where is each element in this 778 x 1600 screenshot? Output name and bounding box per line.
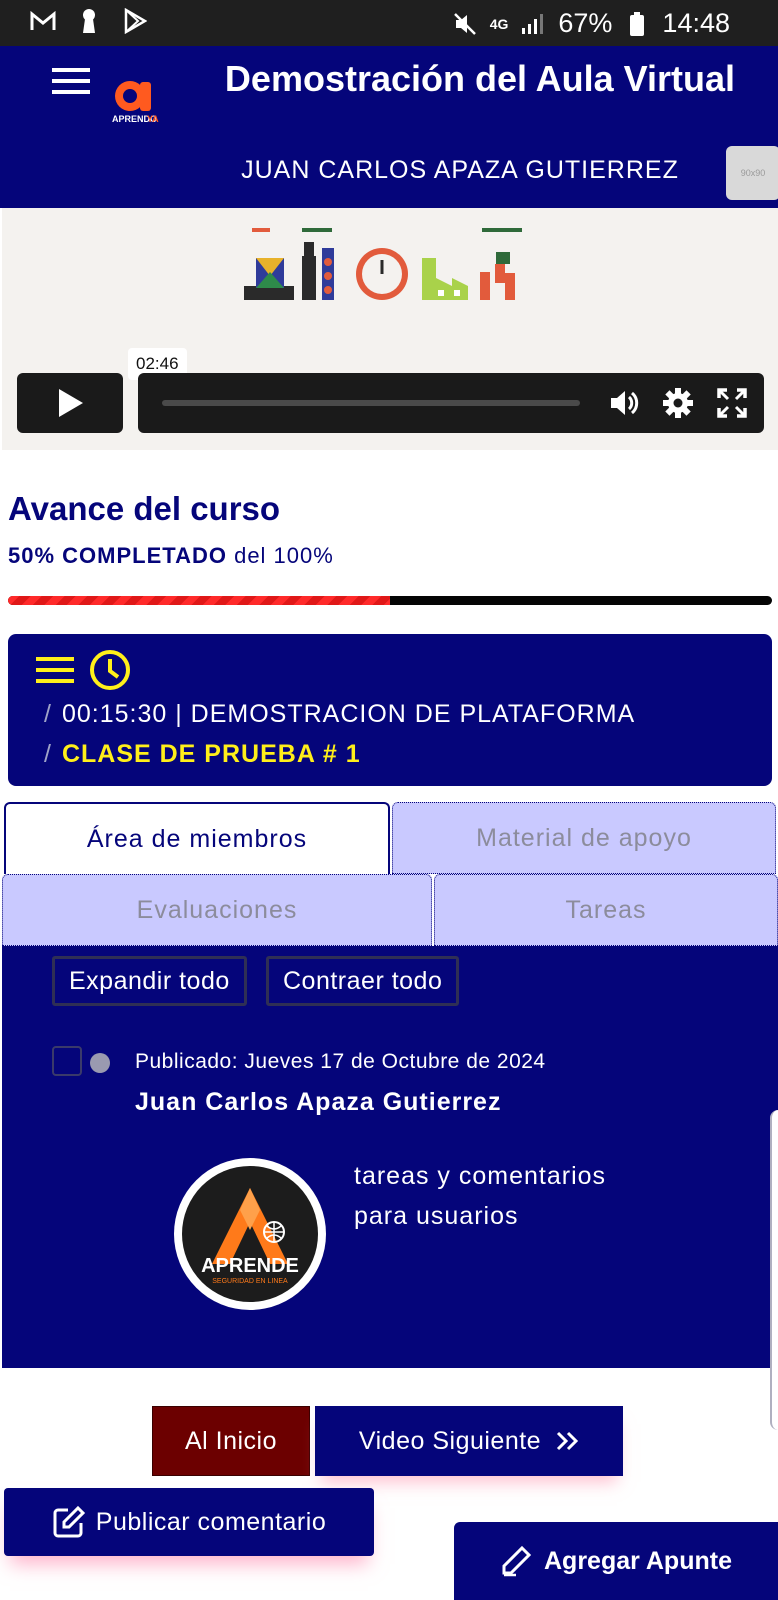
battery-icon <box>624 11 650 37</box>
logo-tagline-text: SEGURIDAD EN LINEA <box>212 1278 288 1285</box>
settings-button[interactable] <box>662 387 694 424</box>
clock-icon <box>90 650 130 690</box>
play-button[interactable] <box>17 373 123 433</box>
breadcrumb-separator: / <box>44 700 52 728</box>
post-comment-label: Publicar comentario <box>95 1507 327 1536</box>
fullscreen-icon <box>717 388 747 418</box>
hamburger-menu-button[interactable] <box>52 66 92 102</box>
video-control-bar <box>138 373 764 433</box>
members-area-panel: Expandir todo Contraer todo Publicado: J… <box>2 946 778 1368</box>
video-player[interactable]: 02:46 <box>2 208 778 450</box>
home-button[interactable]: Al Inicio <box>152 1406 310 1476</box>
progress-fill <box>8 596 390 605</box>
avatar[interactable]: 90x90 <box>726 146 778 200</box>
tab-material-de-apoyo[interactable]: Material de apoyo <box>392 802 776 874</box>
fullscreen-button[interactable] <box>716 387 748 424</box>
double-chevron-right-icon <box>557 1431 579 1451</box>
progress-subtitle: 50% COMPLETADO del 100% <box>8 543 334 569</box>
lesson-menu-button[interactable] <box>36 655 74 690</box>
progress-total: del 100% <box>234 543 334 568</box>
tab-tareas[interactable]: Tareas <box>434 874 778 946</box>
lesson-card: / 00:15:30 | DEMOSTRACION DE PLATAFORMA /… <box>8 634 772 786</box>
volume-button[interactable] <box>608 387 640 424</box>
app-header: APRENDO YA Demostración del Aula Virtual… <box>0 46 778 208</box>
brand-logo[interactable]: APRENDO YA <box>110 76 170 132</box>
gmail-icon <box>30 8 56 34</box>
seek-bar[interactable] <box>162 400 580 406</box>
user-name: JUAN CARLOS APAZA GUTIERREZ <box>241 156 679 184</box>
breadcrumb-separator: / <box>44 740 52 768</box>
post-comment-button[interactable]: Publicar comentario <box>4 1488 374 1556</box>
tab-evaluaciones[interactable]: Evaluaciones <box>2 874 432 946</box>
post-body: tareas y comentarios para usuarios <box>354 1156 684 1236</box>
page-title: Demostración del Aula Virtual <box>224 58 736 99</box>
volume-icon <box>611 391 639 415</box>
lesson-clock-button[interactable] <box>88 648 132 697</box>
course-progress-bar <box>8 596 772 605</box>
next-video-button[interactable]: Video Siguiente <box>315 1406 623 1476</box>
status-bar: 4G 67% 14:48 <box>0 0 778 46</box>
gear-icon <box>663 388 693 418</box>
list-icon <box>36 657 74 683</box>
add-note-button[interactable]: Agregar Apunte <box>454 1522 778 1600</box>
network-4g-icon: 4G <box>489 15 509 32</box>
post-checkbox[interactable] <box>52 1046 82 1076</box>
play-icon <box>59 389 83 417</box>
progress-title: Avance del curso <box>8 490 281 527</box>
lesson-class-text: CLASE DE PRUEBA # 1 <box>61 740 361 768</box>
collapse-all-button[interactable]: Contraer todo <box>266 956 460 1006</box>
play-store-icon <box>122 8 148 34</box>
lesson-duration-title: / 00:15:30 | DEMOSTRACION DE PLATAFORMA <box>44 700 635 729</box>
post-author-logo: APRENDE SEGURIDAD EN LINEA <box>174 1158 326 1310</box>
add-note-label: Agregar Apunte <box>544 1546 732 1575</box>
battery-percent: 67% <box>558 8 613 38</box>
logo-main-text: APRENDE <box>201 1255 299 1277</box>
expand-all-button[interactable]: Expandir todo <box>52 956 247 1006</box>
video-frame-illustration <box>244 228 522 300</box>
clock-time: 14:48 <box>662 8 730 38</box>
side-scroll-handle[interactable] <box>770 1110 778 1430</box>
post-author: Juan Carlos Apaza Gutierrez <box>135 1088 502 1116</box>
lesson-duration-text: 00:15:30 | DEMOSTRACION DE PLATAFORMA <box>61 700 636 728</box>
progress-percent: 50% COMPLETADO <box>8 543 227 568</box>
tab-area-de-miembros[interactable]: Área de miembros <box>4 802 390 874</box>
edit-square-icon <box>53 1505 85 1538</box>
post-status-dot <box>90 1053 110 1073</box>
post-body-line: tareas y comentarios <box>354 1162 607 1190</box>
next-video-label: Video Siguiente <box>358 1426 542 1455</box>
post-body-line: para usuarios <box>354 1202 519 1230</box>
pencil-icon <box>502 1545 532 1577</box>
signal-icon <box>520 11 546 37</box>
mute-icon <box>452 11 478 37</box>
lesson-class-name: / CLASE DE PRUEBA # 1 <box>44 740 361 769</box>
aprende-logo-icon: APRENDE SEGURIDAD EN LINEA <box>201 1188 299 1285</box>
logo-accent: YA <box>147 114 159 124</box>
keyhole-icon <box>76 8 102 34</box>
hamburger-icon <box>52 68 90 94</box>
post-date: Publicado: Jueves 17 de Octubre de 2024 <box>135 1050 546 1073</box>
